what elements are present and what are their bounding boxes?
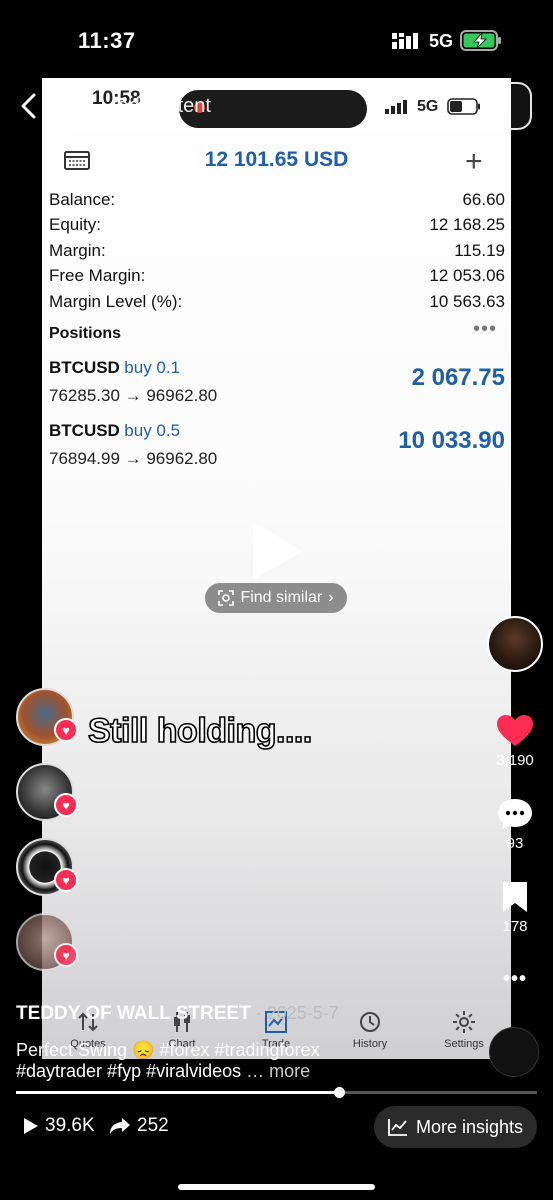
- gear-icon: [453, 1011, 475, 1033]
- position-pnl: 10 033.90: [398, 427, 505, 454]
- heart-icon[interactable]: ♥: [54, 943, 78, 967]
- stat-margin: Margin: 115.19: [49, 240, 505, 260]
- like-count: 3,190: [496, 752, 534, 769]
- position-pnl: 2 067.75: [411, 364, 505, 391]
- more-dots-icon[interactable]: •••: [473, 318, 497, 341]
- more-insights-button[interactable]: More insights: [374, 1106, 537, 1148]
- status-bar: 11:37 5G: [0, 0, 553, 80]
- history-icon: [360, 1012, 380, 1032]
- scan-icon: [218, 590, 235, 606]
- stat-equity: Equity: 12 168.25: [49, 215, 505, 235]
- insights-chart-icon: [388, 1119, 407, 1136]
- post-author[interactable]: TEDDY OF WALL STREET · 2025-5-7: [16, 1003, 339, 1025]
- comment-count: 93: [506, 835, 524, 852]
- more-link[interactable]: … more: [246, 1061, 310, 1081]
- battery-icon: [460, 30, 501, 51]
- play-count-icon: [24, 1118, 38, 1134]
- progress-handle[interactable]: [334, 1087, 346, 1098]
- comment-icon: [498, 799, 532, 829]
- like-button[interactable]: 3,190: [490, 714, 540, 769]
- overlay-right-label: rm: [483, 95, 507, 117]
- video-frame[interactable]: 10:58 5G 12 101.65 USD + Balance: 66.60 E…: [42, 78, 511, 1059]
- bookmark-icon: [503, 882, 527, 912]
- account-total: 12 101.65 USD: [204, 148, 349, 171]
- signal-icon: [392, 33, 418, 49]
- heart-icon[interactable]: ♥: [54, 793, 78, 817]
- share-icon: [110, 1118, 130, 1134]
- account-stats: Balance: 66.60 Equity: 12 168.25 Margin: 11…: [49, 190, 505, 317]
- bookmark-count: 178: [502, 918, 528, 935]
- find-similar-button[interactable]: Find similar ›: [205, 583, 347, 613]
- heart-icon: [497, 715, 533, 746]
- post-description-line1: Perfect Swing 😞 #forex #tradingforex: [16, 1040, 320, 1060]
- stat-margin-level: Margin Level (%): 10 563.63: [49, 291, 505, 311]
- home-indicator: [178, 1184, 375, 1190]
- status-time: 11:37: [78, 28, 136, 53]
- position-row[interactable]: BTCUSD buy 0.5 76894.99 → 96962.80 10 03…: [49, 421, 505, 469]
- shares-stat: 252: [109, 1115, 169, 1137]
- play-icon[interactable]: [247, 518, 307, 584]
- views-stat: 39.6K: [23, 1115, 95, 1137]
- music-disc-icon[interactable]: [489, 1027, 539, 1077]
- post-description-line2: #daytrader #fyp #viralvideos … more: [16, 1061, 311, 1081]
- back-icon[interactable]: [18, 92, 40, 120]
- heart-icon[interactable]: ♥: [54, 868, 78, 892]
- stat-free-margin: Free Margin: 12 053.06: [49, 266, 505, 286]
- more-options-icon[interactable]: •••: [490, 968, 540, 991]
- post-date: · 2025-5-7: [250, 1003, 339, 1023]
- add-order-button[interactable]: +: [465, 145, 483, 179]
- video-caption: Still holding....: [87, 711, 313, 751]
- progress-fill: [16, 1091, 340, 1094]
- stat-balance: Balance: 66.60: [49, 190, 505, 209]
- network-label: 5G: [429, 31, 454, 51]
- heart-icon[interactable]: ♥: [54, 718, 78, 742]
- creator-avatar[interactable]: [487, 616, 543, 672]
- comment-button[interactable]: 93: [490, 797, 540, 852]
- position-row[interactable]: BTCUSD buy 0.1 76285.30 → 96962.80 2 067…: [49, 358, 505, 406]
- bookmark-button[interactable]: 178: [490, 880, 540, 935]
- nav-history[interactable]: History: [330, 998, 410, 1050]
- overlay-label: ted content: [112, 95, 211, 117]
- positions-heading: Positions: [49, 325, 122, 342]
